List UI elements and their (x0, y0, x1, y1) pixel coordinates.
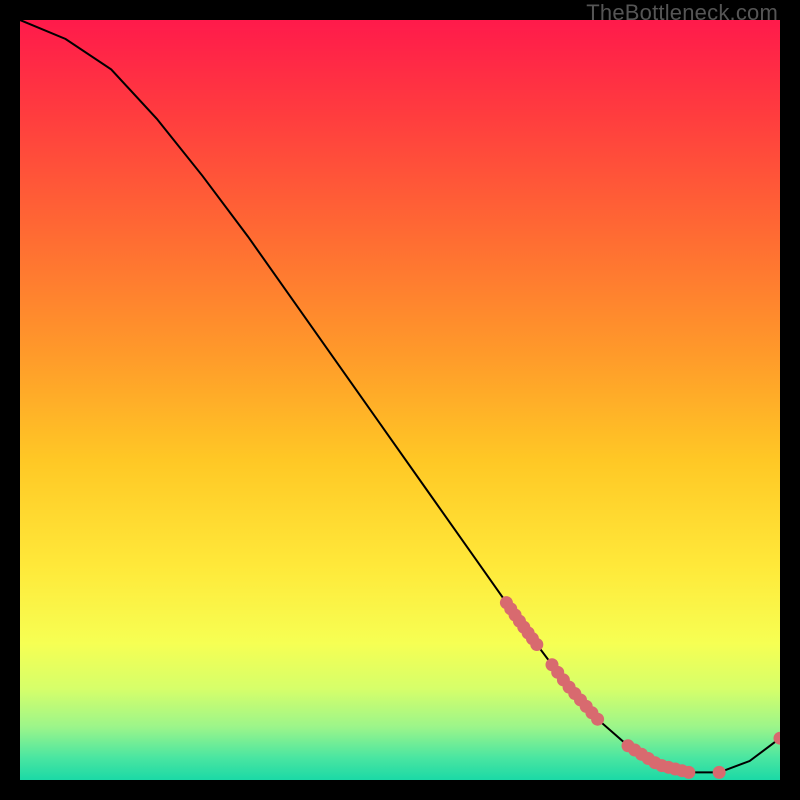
data-dot (682, 766, 695, 779)
gradient-background (20, 20, 780, 780)
bottleneck-curve-chart (20, 20, 780, 780)
chart-frame: TheBottleneck.com (0, 0, 800, 800)
data-dot (591, 713, 604, 726)
data-dot (713, 766, 726, 779)
data-dot (530, 638, 543, 651)
